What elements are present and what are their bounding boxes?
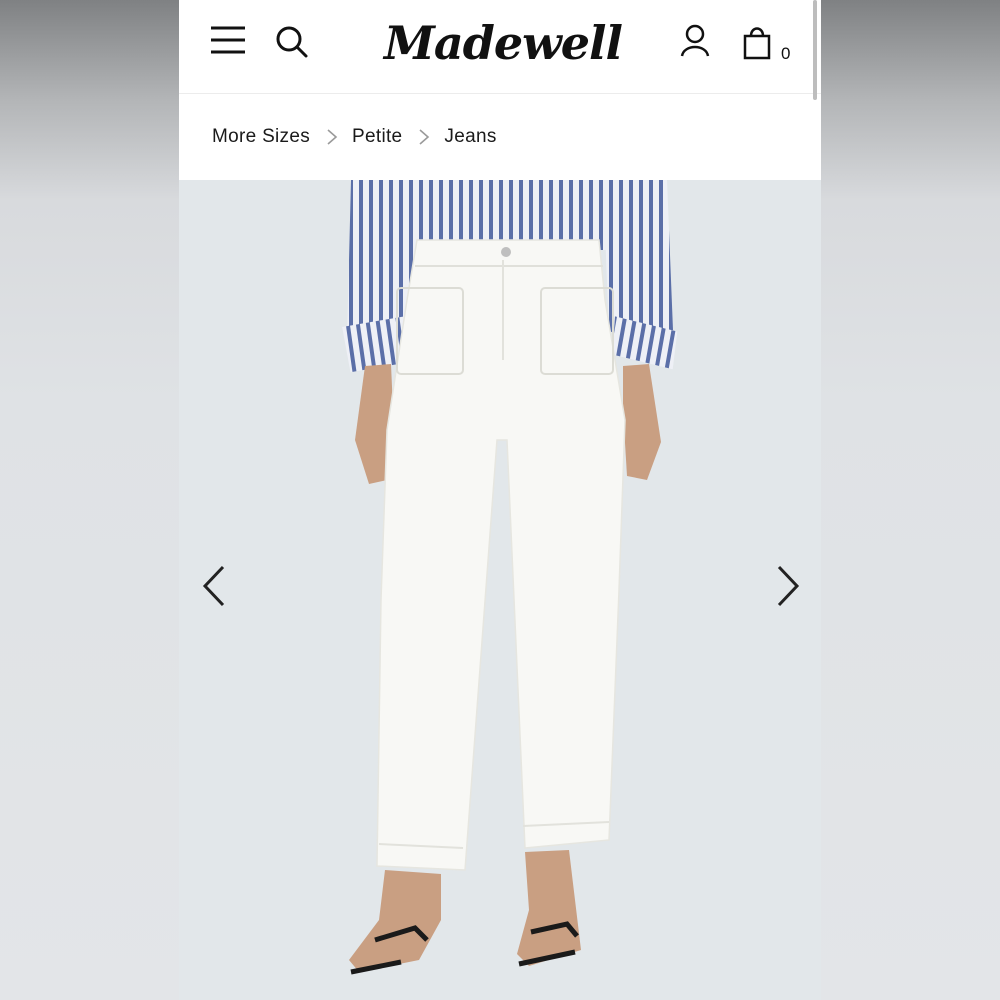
bag-count: 0 (781, 44, 791, 63)
chevron-right-icon (419, 129, 430, 145)
chevron-right-icon (327, 129, 338, 145)
breadcrumb-more-sizes[interactable]: More Sizes (212, 126, 310, 148)
search-icon[interactable] (275, 24, 309, 60)
bag-icon[interactable] (741, 24, 773, 62)
product-image-carousel[interactable] (179, 180, 821, 1000)
scrollbar[interactable] (813, 0, 817, 100)
menu-icon[interactable] (211, 24, 245, 56)
madewell-logo[interactable]: Madewell (384, 12, 623, 74)
account-icon[interactable] (679, 24, 711, 60)
breadcrumb-jeans[interactable]: Jeans (444, 126, 496, 148)
product-photo (342, 180, 678, 975)
phone-screen: Madewell 0 More Sizes Petite Jeans (179, 0, 821, 1000)
chevron-right-icon[interactable] (773, 563, 803, 609)
breadcrumb: More Sizes Petite Jeans (179, 94, 821, 180)
breadcrumb-petite[interactable]: Petite (352, 126, 402, 148)
chevron-left-icon[interactable] (199, 563, 229, 609)
site-header: Madewell 0 (179, 0, 821, 94)
